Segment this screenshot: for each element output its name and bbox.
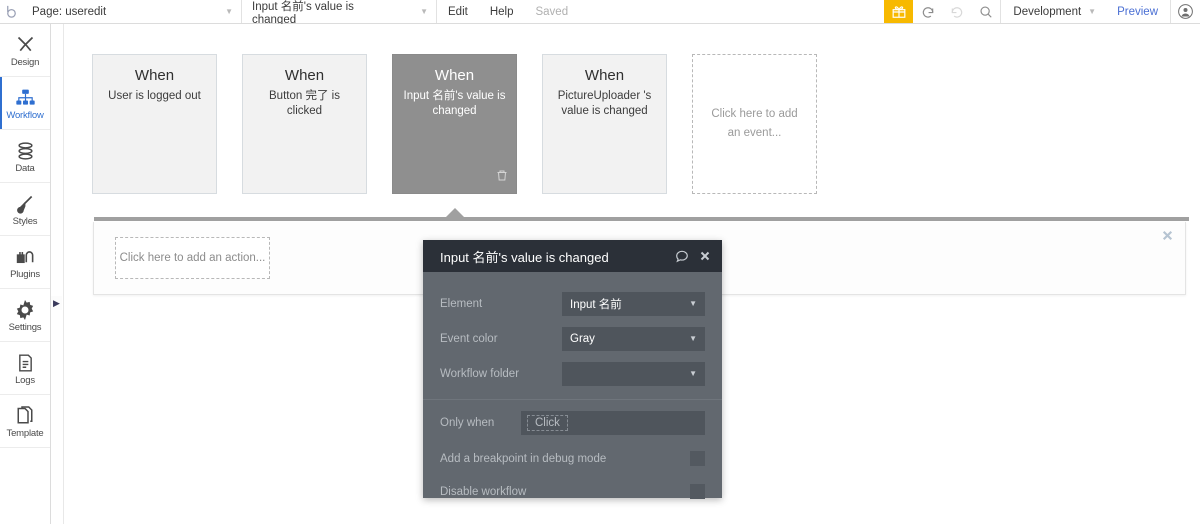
- page-selector[interactable]: Page: useredit ▼: [22, 0, 242, 23]
- search-icon[interactable]: [971, 0, 1000, 23]
- disable-workflow-label: Disable workflow: [440, 485, 527, 498]
- element-dropdown[interactable]: Input 名前 ▼: [562, 291, 705, 316]
- element-row: Element Input 名前 ▼: [440, 286, 705, 321]
- event-color-dropdown[interactable]: Gray ▼: [562, 326, 705, 351]
- workflow-folder-label: Workflow folder: [440, 367, 520, 380]
- dialog-body: Element Input 名前 ▼ Event color Gray ▼ Wo…: [423, 272, 722, 499]
- page-selector-label: Page: useredit: [32, 5, 107, 18]
- undo-icon[interactable]: [913, 0, 942, 23]
- chevron-down-icon: ▼: [420, 6, 428, 16]
- add-event-placeholder[interactable]: Click here to add an event...: [692, 54, 817, 194]
- plugins-icon: [15, 245, 36, 267]
- event-card-description: Button 完了 is clicked: [269, 90, 340, 117]
- workflow-folder-row: Workflow folder ▼: [440, 356, 705, 391]
- sidebar-item-label: Plugins: [10, 268, 40, 280]
- event-card-when: When: [284, 67, 325, 84]
- dialog-title: Input 名前's value is changed: [440, 249, 609, 265]
- workflow-folder-dropdown[interactable]: ▼: [562, 361, 705, 386]
- paintbrush-icon: [15, 192, 35, 214]
- left-sidebar: Design Workflow Data Styles Plugins Sett…: [0, 24, 62, 524]
- breakpoint-checkbox[interactable]: [690, 451, 705, 466]
- event-card-when: When: [434, 67, 475, 84]
- disable-workflow-checkbox[interactable]: [690, 484, 705, 499]
- sidebar-item-template[interactable]: Template: [0, 395, 50, 448]
- save-status: Saved: [535, 5, 569, 18]
- database-icon: [16, 139, 35, 161]
- sidebar-item-label: Settings: [8, 321, 42, 333]
- workflow-selector[interactable]: Input 名前's value is changed ▼: [242, 0, 437, 26]
- event-card[interactable]: When User is logged out: [92, 54, 217, 194]
- event-card-selected[interactable]: When Input 名前's value is changed: [392, 54, 517, 194]
- only-when-row: Only when Click: [440, 404, 705, 442]
- sidebar-item-settings[interactable]: Settings: [0, 289, 50, 342]
- dialog-divider: [423, 399, 722, 400]
- bubble-logo-icon[interactable]: [0, 0, 22, 23]
- only-when-field[interactable]: Click: [521, 411, 705, 435]
- event-color-row: Event color Gray ▼: [440, 321, 705, 356]
- user-avatar-icon[interactable]: [1170, 0, 1200, 23]
- gear-icon: [15, 298, 35, 320]
- chevron-down-icon: ▼: [689, 298, 697, 308]
- top-toolbar: Page: useredit ▼ Input 名前's value is cha…: [0, 0, 1200, 26]
- document-lines-icon: [17, 351, 34, 373]
- sidebar-item-label: Styles: [12, 215, 38, 227]
- event-card-when: When: [134, 67, 175, 84]
- event-color-label: Event color: [440, 332, 498, 345]
- disable-workflow-row[interactable]: Disable workflow: [440, 475, 705, 508]
- chevron-down-icon: ▼: [689, 333, 697, 343]
- preview-button[interactable]: Preview: [1105, 0, 1170, 23]
- workflow-connector-bar: [94, 217, 1189, 221]
- event-card-row: When User is logged out When Button 完了 i…: [92, 54, 817, 194]
- design-tools-icon: [15, 33, 36, 55]
- event-color-value: Gray: [570, 332, 595, 345]
- breakpoint-row[interactable]: Add a breakpoint in debug mode: [440, 442, 705, 475]
- add-action-placeholder[interactable]: Click here to add an action...: [115, 237, 270, 279]
- sidebar-item-data[interactable]: Data: [0, 130, 50, 183]
- event-card-description: PictureUploader 's value is changed: [557, 90, 652, 117]
- close-icon[interactable]: [1161, 229, 1174, 245]
- comment-bubble-icon[interactable]: [675, 249, 689, 263]
- template-pages-icon: [16, 404, 34, 426]
- add-event-label: Click here to add an event...: [711, 108, 798, 139]
- workflow-connector-caret: [446, 208, 464, 217]
- sidebar-item-label: Data: [15, 162, 35, 174]
- trash-icon[interactable]: [496, 169, 508, 187]
- sidebar-item-logs[interactable]: Logs: [0, 342, 50, 395]
- sidebar-item-label: Logs: [15, 374, 35, 386]
- close-icon[interactable]: [699, 250, 711, 262]
- chevron-down-icon: ▼: [689, 368, 697, 378]
- event-card-description: Input 名前's value is changed: [403, 90, 506, 117]
- sidebar-item-styles[interactable]: Styles: [0, 183, 50, 236]
- gift-icon[interactable]: [884, 0, 914, 23]
- only-when-label: Only when: [440, 417, 495, 429]
- event-card[interactable]: When PictureUploader 's value is changed: [542, 54, 667, 194]
- sidebar-item-plugins[interactable]: Plugins: [0, 236, 50, 289]
- chevron-down-icon: ▼: [1088, 7, 1097, 16]
- workflow-selector-label: Input 名前's value is changed: [252, 0, 354, 26]
- sidebar-item-label: Workflow: [6, 109, 44, 121]
- event-properties-dialog: Input 名前's value is changed Element Inpu…: [423, 240, 722, 499]
- event-card[interactable]: When Button 完了 is clicked: [242, 54, 367, 194]
- redo-icon: [942, 0, 971, 23]
- dialog-header: Input 名前's value is changed: [423, 240, 722, 272]
- workflow-canvas: When User is logged out When Button 完了 i…: [63, 24, 1200, 524]
- environment-label: Development: [1013, 5, 1082, 18]
- sidebar-item-label: Design: [10, 56, 40, 68]
- only-when-placeholder[interactable]: Click: [527, 415, 568, 431]
- workflow-nodes-icon: [15, 86, 36, 108]
- sidebar-item-design[interactable]: Design: [0, 24, 50, 77]
- breakpoint-label: Add a breakpoint in debug mode: [440, 452, 607, 465]
- edit-menu[interactable]: Edit: [437, 0, 479, 23]
- event-card-when: When: [584, 67, 625, 84]
- element-value: Input 名前: [570, 298, 622, 311]
- environment-selector[interactable]: Development ▼: [1000, 0, 1105, 23]
- element-label: Element: [440, 297, 483, 310]
- help-menu[interactable]: Help: [479, 0, 525, 23]
- sidebar-item-label: Template: [6, 427, 44, 439]
- sidebar-expand-icon[interactable]: ▶: [51, 296, 62, 310]
- chevron-down-icon: ▼: [225, 6, 233, 16]
- sidebar-item-workflow[interactable]: Workflow: [0, 77, 50, 130]
- event-card-description: User is logged out: [108, 90, 201, 102]
